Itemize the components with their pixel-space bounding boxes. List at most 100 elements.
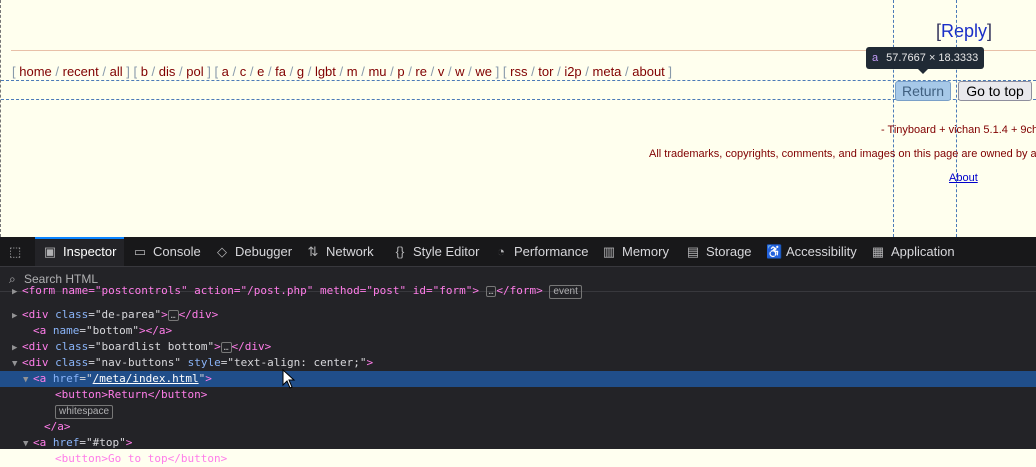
separator: / [527, 64, 539, 79]
board-link-re[interactable]: re [415, 64, 427, 79]
markup-tag: > [205, 372, 212, 385]
attr-name: class [55, 308, 89, 321]
quote: =" [88, 308, 102, 321]
markup-row[interactable]: <button>Return</button> [0, 387, 1036, 403]
separator: / [98, 64, 110, 79]
board-link-tor[interactable]: tor [538, 64, 553, 79]
board-link-home[interactable]: home [19, 64, 52, 79]
element-picker-icon[interactable]: ⬚ [9, 244, 25, 260]
board-link-i2p[interactable]: i2p [564, 64, 581, 79]
markup-tag: <a [33, 324, 53, 337]
board-link-pol[interactable]: pol [186, 64, 203, 79]
markup-tag: <div [22, 356, 56, 369]
separator: / [444, 64, 456, 79]
markup-text: <button>Go to top</button> [55, 452, 228, 465]
markup-tag: </div> [231, 340, 272, 353]
style-editor-icon: {} [395, 244, 405, 259]
bracket: [ [129, 64, 141, 79]
collapsed-ellipsis[interactable]: … [485, 285, 497, 297]
bracket: ] [203, 64, 211, 79]
tab-inspector[interactable]: ▣ Inspector [35, 237, 124, 266]
board-link-mu[interactable]: mu [368, 64, 386, 79]
debugger-icon: ◇ [217, 244, 227, 259]
expand-twisty-icon[interactable]: ▶ [12, 284, 22, 300]
separator: / [51, 64, 63, 79]
board-link-g[interactable]: g [297, 64, 304, 79]
separator: / [386, 64, 398, 79]
quote: " [132, 324, 139, 337]
markup-tag: </div> [178, 308, 219, 321]
board-link-p[interactable]: p [397, 64, 404, 79]
markup-tree: ▶ <form name="postcontrols" action="/post… [0, 284, 1036, 465]
markup-row[interactable]: whitespace [0, 403, 1036, 419]
markup-tag: > [161, 308, 168, 321]
board-link-fa[interactable]: fa [275, 64, 286, 79]
tab-memory[interactable]: ▥ Memory [602, 237, 669, 266]
markup-tag: > [366, 356, 374, 369]
expand-twisty-icon[interactable]: ▼ [23, 436, 33, 452]
quote: " [119, 436, 126, 449]
board-link-all[interactable]: all [110, 64, 123, 79]
markup-tag: <div [22, 308, 56, 321]
application-icon: ▦ [871, 244, 885, 259]
board-link-meta[interactable]: meta [593, 64, 622, 79]
tab-debugger[interactable]: ◇ Debugger [215, 237, 292, 266]
attr-name: class [55, 340, 89, 353]
board-link-a[interactable]: a [222, 64, 229, 79]
markup-row[interactable]: <a name="bottom"></a> [0, 323, 1036, 339]
tab-storage[interactable]: ▤ Storage [686, 237, 752, 266]
board-link-lgbt[interactable]: lgbt [315, 64, 336, 79]
attr-name: style [187, 356, 221, 369]
tab-console[interactable]: ▭ Console [133, 237, 201, 266]
devtools-toolbar: ⬚ ▣ Inspector ▭ Console ◇ Debugger ⇅ Network… [0, 237, 1036, 267]
expand-twisty-icon[interactable]: ▶ [12, 340, 22, 356]
collapsed-ellipsis[interactable]: … [220, 341, 232, 353]
board-link-b[interactable]: b [141, 64, 148, 79]
markup-row[interactable]: ▶ <div class="de-parea">… </div> [0, 307, 1036, 323]
tab-accessibility[interactable]: ♿ Accessibility [766, 237, 857, 266]
return-button[interactable]: Return [895, 81, 951, 101]
reply-link[interactable]: [Reply] [936, 21, 992, 42]
board-link-about[interactable]: about [632, 64, 665, 79]
markup-row[interactable]: ▼ <div class="nav-buttons" style="text-al… [0, 355, 1036, 371]
separator: / [464, 64, 476, 79]
markup-row[interactable]: </a> [0, 419, 1036, 435]
expand-twisty-icon[interactable]: ▶ [12, 308, 22, 324]
attr-name: href [52, 372, 80, 385]
collapsed-ellipsis[interactable]: … [167, 309, 179, 321]
separator: / [228, 64, 240, 79]
tab-network[interactable]: ⇅ Network [306, 237, 374, 266]
board-link-dis[interactable]: dis [159, 64, 176, 79]
markup-tag: > [214, 340, 221, 353]
board-link-w[interactable]: w [455, 64, 464, 79]
tab-performance[interactable]: ◔ Performance [494, 237, 588, 266]
separator: / [357, 64, 369, 79]
board-link-m[interactable]: m [347, 64, 358, 79]
markup-row[interactable]: <button>Go to top</button> [0, 451, 1036, 467]
markup-row[interactable]: ▶ <form name="postcontrols" action="/post… [0, 283, 1036, 299]
separator: / [304, 64, 315, 79]
tab-application[interactable]: ▦ Application [871, 237, 955, 266]
markup-text: <button>Return</button> [55, 388, 208, 401]
separator: / [147, 64, 159, 79]
about-link[interactable]: About [949, 172, 978, 184]
highlight-guide-top [1, 80, 1036, 81]
expand-twisty-icon[interactable]: ▼ [12, 356, 22, 372]
separator: / [335, 64, 347, 79]
bracket: ] [122, 64, 130, 79]
go-to-top-button[interactable]: Go to top [958, 81, 1032, 101]
attr-value: text-align: center; [233, 356, 360, 369]
board-link-rss[interactable]: rss [510, 64, 527, 79]
expand-twisty-icon[interactable]: ▼ [23, 372, 33, 388]
markup-row[interactable]: ▶ <div class="boardlist bottom">… </div> [0, 339, 1036, 355]
markup-tag: > [125, 436, 133, 449]
network-icon: ⇅ [307, 244, 319, 259]
markup-row-selected[interactable]: ▼ <a href="/meta/index.html"> [0, 371, 1036, 387]
board-link-recent[interactable]: recent [63, 64, 99, 79]
markup-tag: <a [33, 436, 53, 449]
highlight-guide-right [956, 0, 957, 237]
separator: / [581, 64, 593, 79]
tab-style-editor[interactable]: {} Style Editor [393, 237, 480, 266]
board-link-we[interactable]: we [475, 64, 492, 79]
